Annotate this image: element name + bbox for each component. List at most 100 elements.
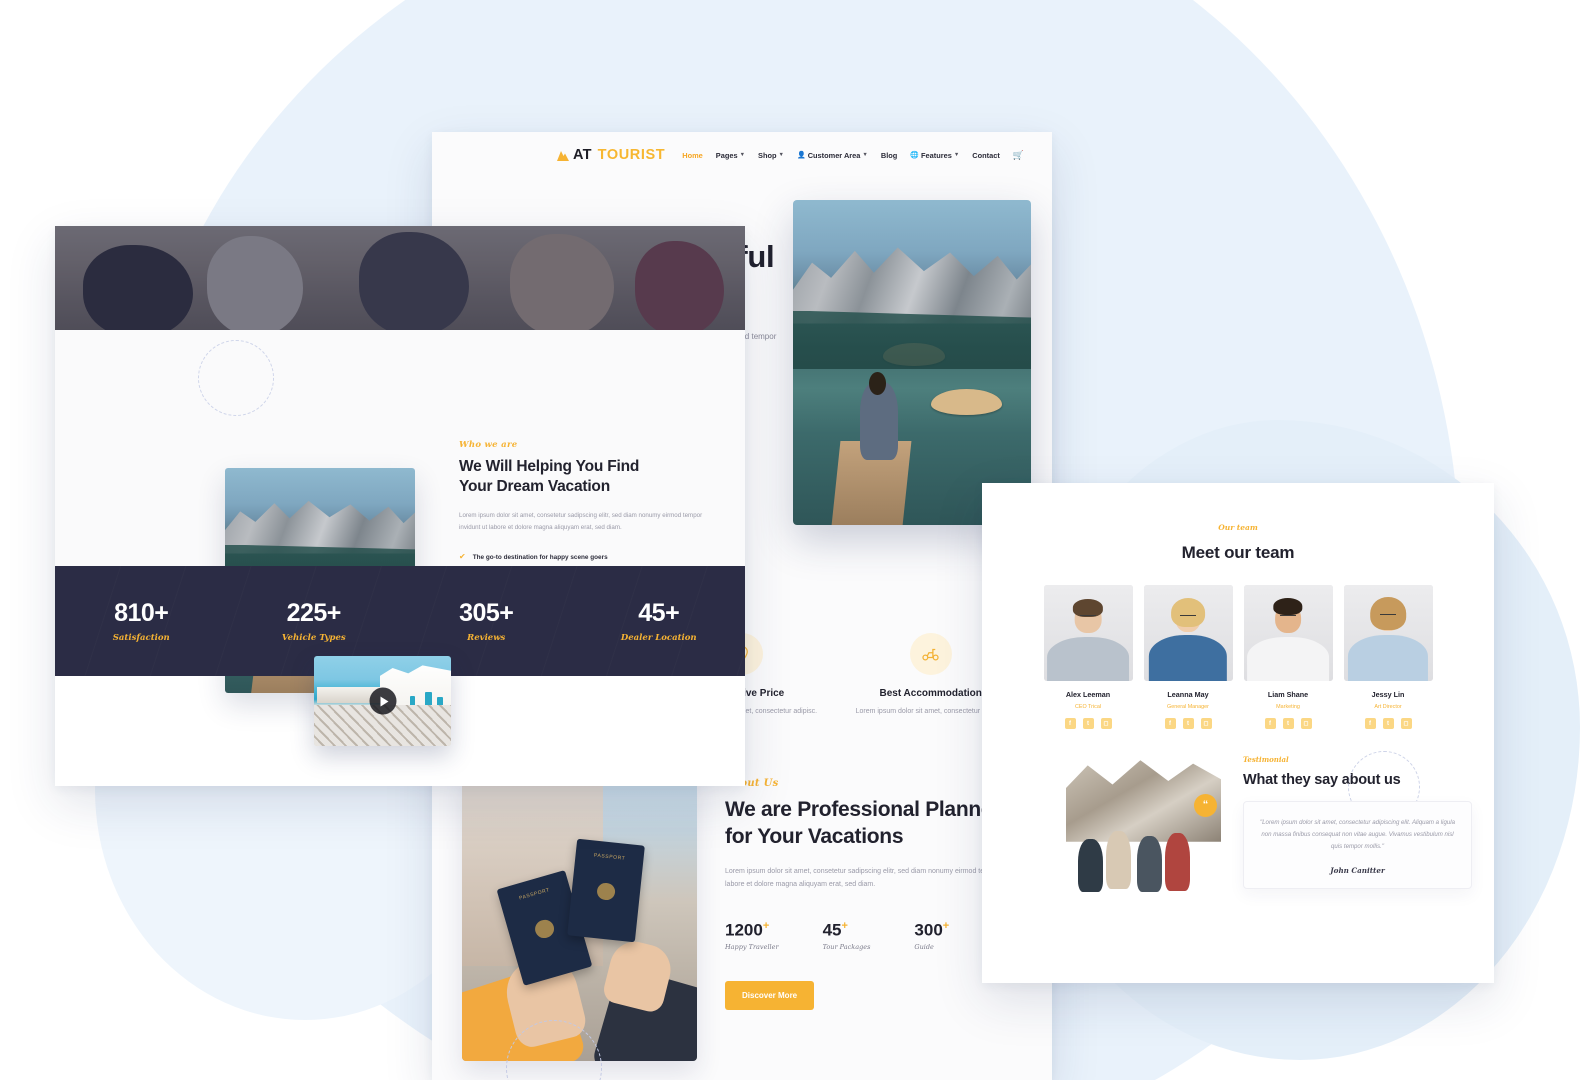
facebook-icon[interactable]: f <box>1364 718 1376 729</box>
avatar <box>1343 585 1433 681</box>
stat-number: 1200 <box>725 920 763 940</box>
stat-tour-packages: 45+ Tour Packages <box>823 920 871 952</box>
about-body: Who we are We Will Helping You Find Your… <box>55 330 745 746</box>
globe-icon: 🌐 <box>910 152 919 159</box>
stat-number: 810+ <box>114 599 169 627</box>
member-socials: f t ◻ <box>1244 718 1333 729</box>
member-role: General Manager <box>1167 704 1209 710</box>
nav-item-home[interactable]: Home <box>682 151 703 160</box>
instagram-icon[interactable]: ◻ <box>1100 718 1112 729</box>
testimonial-section: Testimonial What they say about us “ "Lo… <box>1066 751 1472 895</box>
mountain-icon <box>556 149 570 162</box>
site-logo[interactable]: AT TOURIST <box>556 147 665 163</box>
nav-item-pages[interactable]: Pages ▼ <box>716 151 745 160</box>
nav-item-features[interactable]: 🌐 Features ▼ <box>910 151 959 160</box>
team-header: Our team Meet our team <box>982 483 1494 563</box>
user-icon: 👤 <box>796 152 806 159</box>
nav-item-shop[interactable]: Shop ▼ <box>758 151 784 160</box>
twitter-icon[interactable]: t <box>1282 718 1294 729</box>
member-role: Art Director <box>1374 704 1402 710</box>
member-socials: f t ◻ <box>1144 718 1233 729</box>
about-us-section: PASSPORT PASSPORT About Us We are Profes… <box>432 765 1052 1061</box>
avatar <box>1243 585 1333 681</box>
stat-number: 305+ <box>459 599 514 627</box>
stat-plus: + <box>942 919 950 932</box>
stat-label: Happy Traveller <box>725 943 779 952</box>
nav-item-contact[interactable]: Contact <box>972 151 1000 160</box>
team-member-card[interactable]: Liam Shane Marketing f t ◻ <box>1243 585 1333 729</box>
nav-label: Blog <box>880 150 898 160</box>
nav-label: Contact <box>972 150 1000 160</box>
chevron-down-icon: ▼ <box>739 152 746 158</box>
logo-text-at: AT <box>573 147 592 163</box>
passport-photo: PASSPORT PASSPORT <box>462 765 697 1061</box>
stat-satisfaction: 810+ Satisfaction <box>55 599 228 643</box>
nav-label: Shop <box>758 150 777 160</box>
main-navigation: Home Pages ▼ Shop ▼ 👤 Customer Area ▼ Blog 🌐… <box>682 150 1030 161</box>
instagram-icon[interactable]: ◻ <box>1400 718 1412 729</box>
nav-item-blog[interactable]: Blog <box>881 151 897 160</box>
video-preview-card[interactable] <box>314 656 451 746</box>
chevron-down-icon: ▼ <box>953 152 960 158</box>
showcase-stage: AT TOURIST Home Pages ▼ Shop ▼ 👤 Customer A… <box>0 0 1580 1080</box>
instagram-icon[interactable]: ◻ <box>1300 718 1312 729</box>
nav-item-customer-area[interactable]: 👤 Customer Area ▼ <box>797 151 868 160</box>
testimonial-content: Testimonial What they say about us “ "Lo… <box>1194 751 1472 895</box>
twitter-icon[interactable]: t <box>1182 718 1194 729</box>
team-member-card[interactable]: Leanna May General Manager f t ◻ <box>1143 585 1233 729</box>
testimonial-text: "Lorem ipsum dolor sit amet, consectetur… <box>1260 819 1455 851</box>
play-icon[interactable] <box>369 687 396 715</box>
team-title: Meet our team <box>1181 543 1295 562</box>
stat-label: Reviews <box>467 633 506 643</box>
who-desc: Lorem ipsum dolor sit amet, consetetur s… <box>459 511 703 532</box>
nav-label: Pages <box>715 150 738 160</box>
facebook-icon[interactable]: f <box>1064 718 1076 729</box>
stat-number: 225+ <box>286 599 342 627</box>
scooter-icon <box>909 632 952 675</box>
facebook-icon[interactable]: f <box>1264 718 1276 729</box>
instagram-icon[interactable]: ◻ <box>1200 718 1212 729</box>
decorative-dashed-circle <box>198 340 274 416</box>
member-name: Jessy Lin <box>1371 690 1405 699</box>
stat-plus: + <box>762 919 770 932</box>
checklist-item: ✔ The go-to destination for happy scene … <box>459 553 709 561</box>
who-eyebrow: Who we are <box>459 440 518 450</box>
logo-text-tourist: TOURIST <box>597 147 666 163</box>
stat-vehicle-types: 225+ Vehicle Types <box>228 599 401 643</box>
stat-label: Satisfaction <box>112 633 170 643</box>
cart-icon[interactable]: 🛒 <box>1013 150 1024 161</box>
member-socials: f t ◻ <box>1344 718 1433 729</box>
about-banner: About us Lorem ipsum dolor sit amet, con… <box>55 226 745 330</box>
stat-plus: + <box>841 919 848 932</box>
check-icon: ✔ <box>459 552 466 562</box>
member-role: CEO Trical <box>1074 704 1102 710</box>
team-member-card[interactable]: Alex Leeman CEO Trical f t ◻ <box>1043 585 1133 729</box>
team-eyebrow: Our team <box>1218 523 1258 532</box>
stat-number: 300 <box>914 920 943 940</box>
site-header: AT TOURIST Home Pages ▼ Shop ▼ 👤 Customer A… <box>432 132 1052 178</box>
stat-label: Guide <box>914 943 934 952</box>
twitter-icon[interactable]: t <box>1382 718 1394 729</box>
stat-label: Tour Packages <box>822 943 871 952</box>
who-title: We Will Helping You Find Your Dream Vaca… <box>459 458 640 495</box>
stat-number: 45 <box>822 920 842 940</box>
team-member-card[interactable]: Jessy Lin Art Director f t ◻ <box>1343 585 1433 729</box>
testimonial-card: “ "Lorem ipsum dolor sit amet, consectet… <box>1194 794 1472 889</box>
facebook-icon[interactable]: f <box>1164 718 1176 729</box>
stat-label: Vehicle Types <box>281 633 346 643</box>
member-name: Alex Leeman <box>1065 690 1111 699</box>
nav-label: Home <box>682 150 703 160</box>
testimonial-photo <box>1066 755 1221 895</box>
stat-label: Dealer Location <box>620 633 697 643</box>
twitter-icon[interactable]: t <box>1082 718 1094 729</box>
about-discover-more-button[interactable]: Discover More <box>725 981 815 1011</box>
member-role: Marketing <box>1276 704 1300 710</box>
about-page-panel: About us Lorem ipsum dolor sit amet, con… <box>55 226 745 786</box>
stat-reviews: 305+ Reviews <box>400 599 573 643</box>
member-name: Liam Shane <box>1267 690 1309 699</box>
chevron-down-icon: ▼ <box>778 152 784 158</box>
avatar <box>1143 585 1233 681</box>
nav-label: Features <box>921 150 952 160</box>
member-name: Leanna May <box>1167 690 1209 699</box>
checklist-label: The go-to destination for happy scene go… <box>472 553 608 561</box>
